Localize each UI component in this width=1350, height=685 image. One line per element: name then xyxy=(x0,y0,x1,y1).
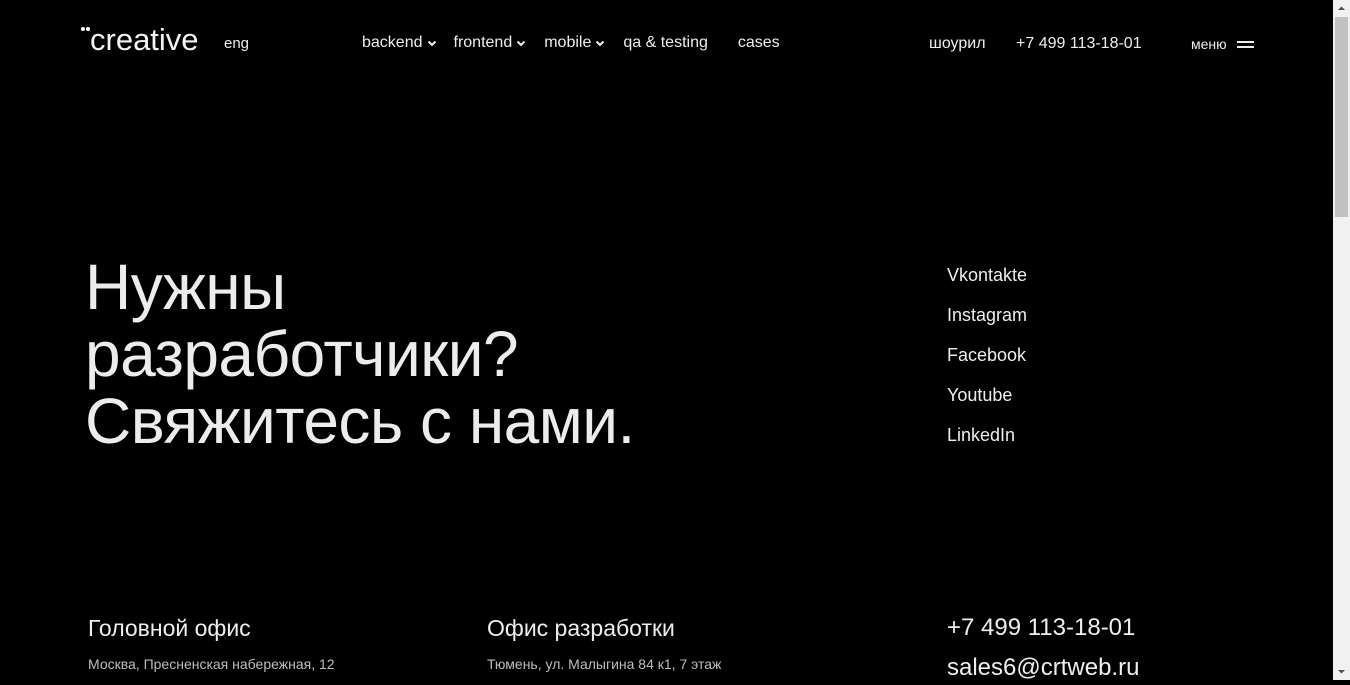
hero-line-1: Нужны xyxy=(85,251,286,323)
nav-item-frontend[interactable]: frontend xyxy=(454,34,527,52)
logo[interactable]: creative xyxy=(90,22,199,58)
menu-button[interactable]: меню xyxy=(1191,36,1254,52)
contact-phone-link[interactable]: +7 499 113-18-01 xyxy=(947,614,1139,654)
hero-line-3: Свяжитесь с нами. xyxy=(85,385,635,457)
scrollbar-thumb[interactable] xyxy=(1335,17,1348,217)
social-link-facebook[interactable]: Facebook xyxy=(947,344,1027,384)
hero-heading: Нужны разработчики? Свяжитесь с нами. xyxy=(85,254,635,455)
showreel-link[interactable]: шоурил xyxy=(929,35,986,53)
head-office: Головной офис Москва, Пресненская набере… xyxy=(88,614,335,672)
nav-item-qa-testing[interactable]: qa & testing xyxy=(623,34,708,52)
nav-item-backend[interactable]: backend xyxy=(362,34,437,52)
social-links: Vkontakte Instagram Facebook Youtube Lin… xyxy=(947,264,1027,464)
social-link-vkontakte[interactable]: Vkontakte xyxy=(947,264,1027,304)
nav-item-label: mobile xyxy=(544,34,592,51)
hamburger-icon xyxy=(1236,40,1254,49)
menu-label: меню xyxy=(1191,36,1227,52)
header: creative eng backend frontend mobile qa … xyxy=(0,0,1333,88)
nav-item-label: cases xyxy=(737,34,780,51)
language-switch[interactable]: eng xyxy=(224,35,249,52)
scroll-up-arrow-icon[interactable] xyxy=(1333,0,1350,17)
page: creative eng backend frontend mobile qa … xyxy=(0,0,1333,680)
page-scrollbar[interactable] xyxy=(1333,0,1350,680)
nav-item-label: backend xyxy=(362,34,423,51)
dev-office: Офис разработки Тюмень, ул. Малыгина 84 … xyxy=(487,614,721,672)
social-link-instagram[interactable]: Instagram xyxy=(947,304,1027,344)
social-link-linkedin[interactable]: LinkedIn xyxy=(947,424,1027,464)
nav-item-label: qa & testing xyxy=(623,34,708,51)
head-office-title: Головной офис xyxy=(88,615,251,641)
contacts: +7 499 113-18-01 sales6@crtweb.ru xyxy=(947,614,1139,680)
nav-item-mobile[interactable]: mobile xyxy=(544,34,605,52)
contact-email-link[interactable]: sales6@crtweb.ru xyxy=(947,654,1139,680)
chevron-down-icon xyxy=(427,38,437,48)
header-phone-link[interactable]: +7 499 113-18-01 xyxy=(1016,35,1142,53)
nav-item-cases[interactable]: cases xyxy=(738,34,780,52)
social-link-youtube[interactable]: Youtube xyxy=(947,384,1027,424)
dev-office-address: Тюмень, ул. Малыгина 84 к1, 7 этаж xyxy=(487,656,722,672)
main-nav: backend frontend mobile qa & testing cas… xyxy=(362,34,780,52)
head-office-address: Москва, Пресненская набережная, 12 xyxy=(88,656,335,672)
chevron-down-icon xyxy=(516,38,526,48)
hero-line-2: разработчики? xyxy=(85,318,519,390)
chevron-down-icon xyxy=(595,38,605,48)
dev-office-title: Офис разработки xyxy=(487,615,675,641)
scroll-down-arrow-icon[interactable] xyxy=(1333,663,1350,680)
nav-item-label: frontend xyxy=(453,34,513,51)
